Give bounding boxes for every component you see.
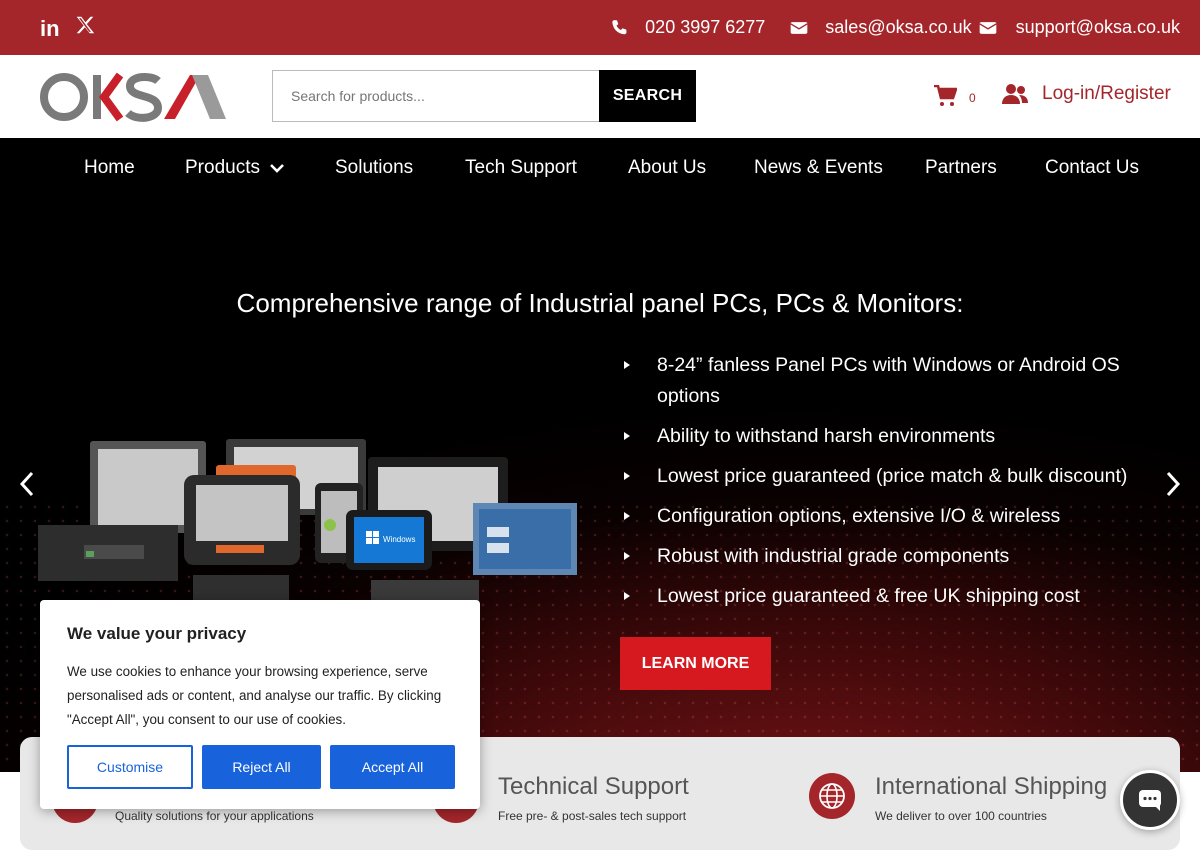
main-nav: Home Products Solutions Tech Support Abo… <box>0 138 1200 200</box>
chat-bubble-icon <box>1139 790 1161 811</box>
feature-item: Lowest price guaranteed (price match & b… <box>620 461 1140 492</box>
feature-item: Robust with industrial grade components <box>620 541 1140 572</box>
site-header: SEARCH 0 Log-in/Register <box>0 55 1200 138</box>
benefit-title: Technical Support <box>498 773 689 800</box>
chat-widget-button[interactable] <box>1120 770 1180 830</box>
cookie-title: We value your privacy <box>67 624 247 643</box>
benefit-international-shipping: International Shipping We deliver to ove… <box>875 773 1107 823</box>
globe-icon <box>809 773 855 819</box>
sales-email: sales@oksa.co.uk <box>825 17 972 37</box>
x-icon[interactable] <box>74 14 96 43</box>
windows-screen-label: Windows <box>383 535 415 544</box>
nav-partners[interactable]: Partners <box>925 157 997 179</box>
contact-info: 020 3997 6277 sales@oksa.co.uk support@o… <box>585 0 1180 55</box>
feature-item: Ability to withstand harsh environments <box>620 421 1140 452</box>
phone-number: 020 3997 6277 <box>645 17 766 37</box>
benefit-subtitle: Quality solutions for your applications <box>115 809 314 823</box>
login-label: Log-in/Register <box>1042 83 1171 104</box>
nav-solutions[interactable]: Solutions <box>335 157 413 179</box>
nav-products[interactable]: Products <box>185 157 285 179</box>
slider-next-arrow-icon[interactable] <box>1160 468 1184 500</box>
search-button[interactable]: SEARCH <box>599 70 696 122</box>
support-contact[interactable]: support@oksa.co.uk <box>978 17 1180 38</box>
hero-title: Comprehensive range of Industrial panel … <box>236 288 964 318</box>
accept-all-button[interactable]: Accept All <box>330 745 455 789</box>
social-links: in <box>40 14 96 43</box>
slider-prev-arrow-icon[interactable] <box>16 468 40 500</box>
nav-news-events[interactable]: News & Events <box>754 157 883 179</box>
sales-contact[interactable]: sales@oksa.co.uk <box>789 17 972 38</box>
chevron-down-icon <box>270 164 284 173</box>
linkedin-icon[interactable]: in <box>40 15 60 43</box>
search-input[interactable] <box>272 70 599 122</box>
users-icon <box>1002 84 1028 104</box>
nav-home[interactable]: Home <box>84 157 135 179</box>
cart[interactable]: 0 <box>933 85 976 107</box>
cookie-body: We use cookies to enhance your browsing … <box>67 664 442 727</box>
top-bar: in 020 3997 6277 sales@oksa.co.uk suppor… <box>0 0 1200 55</box>
cookie-actions: Customise Reject All Accept All <box>67 745 455 789</box>
phone-icon <box>612 19 627 34</box>
nav-tech-support[interactable]: Tech Support <box>465 157 577 179</box>
feature-item: Configuration options, extensive I/O & w… <box>620 501 1140 532</box>
envelope-icon <box>978 21 997 34</box>
envelope-icon <box>790 21 808 34</box>
oksa-logo[interactable] <box>40 71 226 123</box>
feature-item: Lowest price guaranteed & free UK shippi… <box>620 581 1140 612</box>
support-email: support@oksa.co.uk <box>1015 17 1180 37</box>
reject-all-button[interactable]: Reject All <box>202 745 321 789</box>
benefit-subtitle: Free pre- & post-sales tech support <box>498 809 687 823</box>
customise-button[interactable]: Customise <box>67 745 193 789</box>
benefit-title: International Shipping <box>875 773 1108 800</box>
benefit-tech-support: Technical Support Free pre- & post-sales… <box>498 773 689 823</box>
phone-contact[interactable]: 020 3997 6277 <box>609 17 765 38</box>
cart-icon <box>934 85 957 106</box>
product-search: SEARCH <box>272 70 696 122</box>
nav-contact-us[interactable]: Contact Us <box>1045 157 1139 179</box>
learn-more-button[interactable]: LEARN MORE <box>620 637 771 690</box>
benefit-subtitle: We deliver to over 100 countries <box>875 809 1047 823</box>
login-register-link[interactable]: Log-in/Register <box>1002 83 1171 105</box>
feature-item: 8-24” fanless Panel PCs with Windows or … <box>620 350 1140 412</box>
cookie-consent-banner: We value your privacy We use cookies to … <box>40 600 480 809</box>
nav-about-us[interactable]: About Us <box>628 157 706 179</box>
cart-count: 0 <box>969 91 976 105</box>
feature-list: 8-24” fanless Panel PCs with Windows or … <box>620 350 1140 621</box>
